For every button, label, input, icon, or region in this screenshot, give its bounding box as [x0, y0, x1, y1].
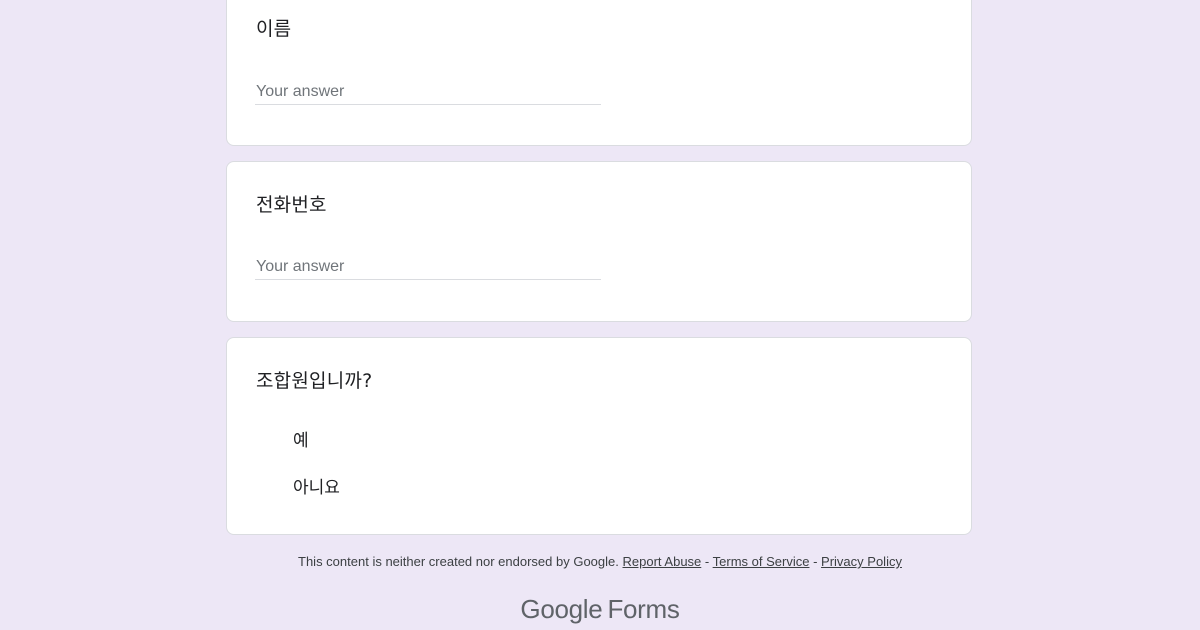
question-title-member: 조합원입니까?	[256, 370, 373, 392]
name-input[interactable]	[255, 81, 601, 105]
question-card-phone: 전화번호	[226, 161, 972, 322]
footer-separator: -	[813, 554, 818, 569]
footer-separator: -	[704, 554, 710, 569]
radio-option-no[interactable]: 아니요	[293, 473, 340, 498]
google-forms-logo[interactable]: Google Forms	[0, 594, 1200, 625]
logo-brand: Google	[520, 594, 603, 624]
footer-disclaimer: This content is neither created nor endo…	[0, 554, 1200, 569]
form-page: 이름 전화번호 조합원입니까? 예 아니요 This content is ne…	[0, 0, 1200, 630]
disclaimer-text: This content is neither created nor endo…	[298, 554, 619, 569]
report-abuse-link[interactable]: Report Abuse	[623, 554, 702, 569]
radio-option-yes[interactable]: 예	[293, 426, 309, 451]
question-title-name: 이름	[256, 18, 292, 40]
logo-product: Forms	[607, 594, 680, 624]
question-card-name: 이름	[226, 0, 972, 146]
question-card-member: 조합원입니까? 예 아니요	[226, 337, 972, 535]
question-title-phone: 전화번호	[256, 194, 327, 216]
terms-of-service-link[interactable]: Terms of Service	[713, 554, 810, 569]
privacy-policy-link[interactable]: Privacy Policy	[821, 554, 902, 569]
phone-input[interactable]	[255, 256, 601, 280]
